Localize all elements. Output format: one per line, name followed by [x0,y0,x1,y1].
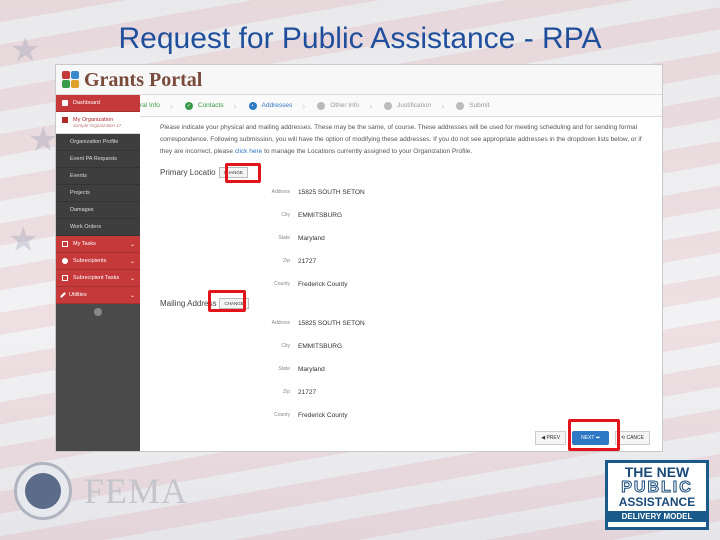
dhs-seal-icon [14,462,72,520]
app-header: Grants Portal [56,65,662,95]
chevron-down-icon: ⌄ [129,275,135,282]
logo-text: Grants Portal [84,68,203,91]
primary-zip-row: Zip 21727 [283,257,317,265]
grants-portal-logo[interactable]: Grants Portal [62,69,202,91]
instructions-text: Please indicate your physical and mailin… [160,124,642,155]
main-content: ral Info › ✓ Contacts › • Addresses › Other… [140,95,662,451]
manage-locations-link[interactable]: click here [235,148,262,155]
mailing-state-row: State Maryland [278,365,325,373]
dashboard-icon [62,100,68,106]
logo-mark-icon [62,71,80,89]
mailing-zip-row: Zip 21727 [283,388,317,396]
step-todo-icon [456,101,465,110]
fema-branding: FEMA [14,462,188,520]
sidebar-item-my-tasks[interactable]: My Tasks ⌄ [56,236,140,253]
mailing-address-row: Address 15825 SOUTH SETON [271,319,365,327]
star-icon: ★ [8,221,39,259]
step-todo-icon [317,101,326,110]
sidebar-item-events[interactable]: Events [56,168,140,185]
sidebar-item-subrecipients[interactable]: Subrecipients ⌄ [56,253,140,270]
primary-county-row: County Frederick County [274,280,348,288]
fema-wordmark: FEMA [84,471,189,511]
sidebar-item-dashboard[interactable]: Dashboard [56,95,140,112]
highlight-box [208,290,246,312]
sidebar-item-organization-profile[interactable]: Organization Profile [56,134,140,151]
users-icon [62,258,68,264]
chevron-down-icon: ⌄ [129,292,135,299]
step-submit[interactable]: Submit [444,101,489,110]
chevron-down-icon: ⌄ [129,258,135,265]
primary-state-row: State Maryland [278,234,325,242]
organization-name: Sample Organization 17 [73,123,122,128]
mailing-county-row: County Frederick County [274,411,348,419]
sidebar-collapse-button[interactable] [94,308,102,316]
wrench-icon [60,292,66,298]
highlight-box [568,419,620,451]
building-icon [62,117,68,123]
sidebar-item-utilities[interactable]: Utilities ⌄ [56,287,140,304]
step-contacts[interactable]: ✓ Contacts › [173,101,237,111]
step-addresses[interactable]: • Addresses › [237,101,305,111]
highlight-box [225,163,261,183]
chevron-down-icon: ⌄ [129,241,135,248]
slide-title: Request for Public Assistance - RPA [118,22,602,55]
step-general-info[interactable]: ral Info › [140,101,173,111]
star-icon: ★ [28,121,59,159]
prev-button[interactable]: ◀ PREV [535,431,567,445]
checkbox-icon [62,275,68,281]
sidebar-item-subrecipient-tasks[interactable]: Subrecipient Tasks ⌄ [56,270,140,287]
sidebar-item-damages[interactable]: Damages [56,202,140,219]
wizard-steps: ral Info › ✓ Contacts › • Addresses › Other… [140,95,662,117]
sidebar: Dashboard My Organization Sample Organiz… [56,95,140,451]
sidebar-item-event-pa-requests[interactable]: Event PA Requests [56,151,140,168]
new-pa-delivery-model-logo: THE NEW PUBLIC ASSISTANCE DELIVERY MODEL [605,460,709,530]
step-other-info[interactable]: Other Info › [305,101,372,111]
step-todo-icon [384,101,393,110]
app-screenshot: Grants Portal Dashboard My Organization … [55,64,663,452]
cancel-button[interactable]: ⟲ CANCE [614,431,650,445]
sidebar-item-work-orders[interactable]: Work Orders [56,219,140,236]
check-icon: ✓ [184,101,193,110]
sidebar-item-projects[interactable]: Projects [56,185,140,202]
primary-city-row: City EMMITSBURG [281,211,343,219]
step-active-icon: • [248,101,257,110]
primary-address-row: Address 15825 SOUTH SETON [271,188,365,196]
sidebar-item-my-organization[interactable]: My Organization Sample Organization 17 [56,112,140,134]
checkbox-icon [62,241,68,247]
step-justification[interactable]: Justification › [372,101,444,111]
mailing-city-row: City EMMITSBURG [281,342,343,350]
